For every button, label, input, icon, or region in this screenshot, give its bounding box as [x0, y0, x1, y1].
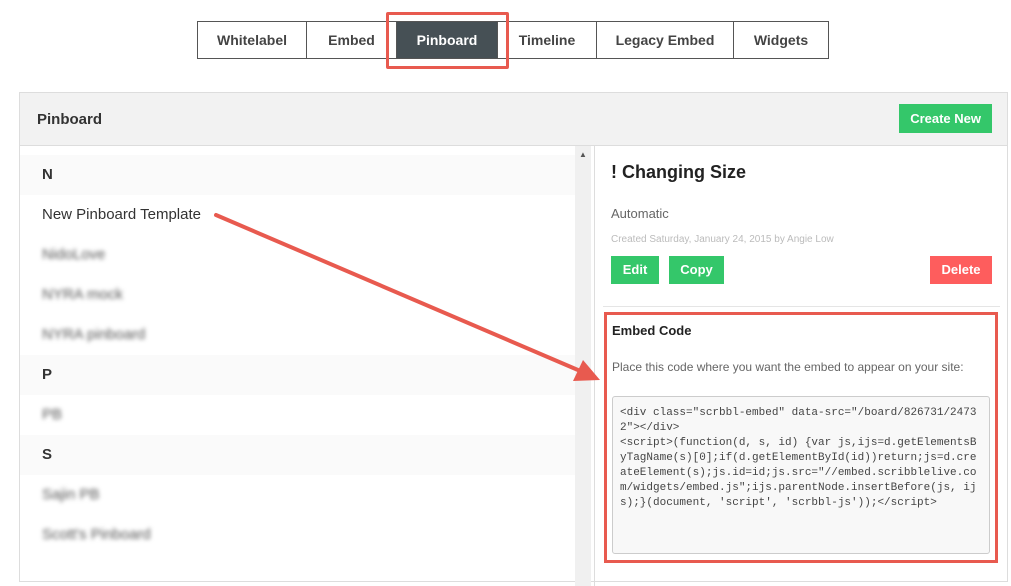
edit-button[interactable]: Edit [611, 256, 659, 284]
created-info: Created Saturday, January 24, 2015 by An… [611, 234, 834, 245]
detail-pane: ! Changing Size Automatic Created Saturd… [594, 146, 1008, 586]
list-item[interactable]: Sajin PB [20, 475, 575, 515]
list-item[interactable]: NYRA pinboard [20, 315, 575, 355]
tab-timeline[interactable]: Timeline [498, 22, 597, 58]
pinboard-list: N New Pinboard Template NidoLove NYRA mock N… [20, 155, 575, 555]
divider [603, 306, 1000, 307]
list-item[interactable]: New Pinboard Template [20, 195, 575, 235]
delete-button[interactable]: Delete [930, 256, 992, 284]
list-item[interactable]: NidoLove [20, 235, 575, 275]
create-new-button[interactable]: Create New [899, 104, 992, 133]
tab-legacy-embed[interactable]: Legacy Embed [597, 22, 734, 58]
list-group-header: N [20, 155, 575, 195]
annotation-highlight [386, 12, 509, 69]
scrollbar[interactable]: ▲ [575, 146, 591, 586]
embed-code-description: Place this code where you want the embed… [612, 360, 964, 374]
list-item[interactable]: Scott's Pinboard [20, 515, 575, 555]
pinboard-title: ! Changing Size [611, 162, 746, 182]
scroll-up-icon[interactable]: ▲ [575, 150, 591, 159]
panel-title: Pinboard [37, 111, 103, 128]
tab-embed[interactable]: Embed [307, 22, 397, 58]
tab-widgets[interactable]: Widgets [734, 22, 828, 58]
list-item[interactable]: NYRA mock [20, 275, 575, 315]
pinboard-panel: Pinboard Create New N New Pinboard Templa… [19, 92, 1008, 586]
tab-whitelabel[interactable]: Whitelabel [198, 22, 307, 58]
tab-bar: Whitelabel Embed Pinboard Timeline Legac… [197, 21, 829, 59]
size-mode: Automatic [611, 206, 669, 221]
list-item[interactable]: PB [20, 395, 575, 435]
list-group-header: P [20, 355, 575, 395]
panel-header: Pinboard Create New [20, 93, 1007, 146]
embed-code-textarea[interactable]: <div class="scrbbl-embed" data-src="/boa… [612, 396, 990, 554]
embed-code-section: Embed Code Place this code where you wan… [604, 312, 998, 563]
list-group-header: S [20, 435, 575, 475]
copy-button[interactable]: Copy [669, 256, 724, 284]
embed-code-heading: Embed Code [612, 323, 692, 338]
